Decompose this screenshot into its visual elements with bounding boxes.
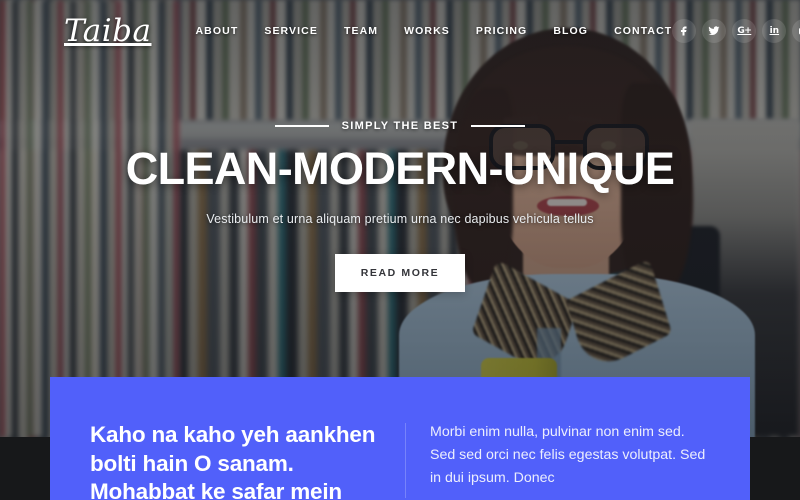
hero-eyebrow-row: SIMPLY THE BEST [0, 120, 800, 132]
eyebrow-rule-left [274, 125, 329, 127]
nav-item-team[interactable]: TEAM [344, 25, 378, 37]
linkedin-icon[interactable]: in [762, 19, 787, 43]
nav-item-contact[interactable]: CONTACT [614, 25, 672, 37]
page-root: Taiba ABOUT SERVICE TEAM WORKS PRICING B… [0, 0, 800, 500]
promo-heading: Kaho na kaho yeh aankhen bolti hain O sa… [90, 422, 376, 500]
twitter-icon[interactable] [702, 19, 727, 43]
hero-title: CLEAN-MODERN-UNIQUE [125, 143, 675, 194]
nav-item-works[interactable]: WORKS [404, 25, 450, 37]
promo-body-text: Morbi enim nulla, pulvinar non enim sed.… [430, 424, 706, 486]
site-logo[interactable]: Taiba [64, 13, 152, 49]
facebook-icon[interactable] [672, 19, 697, 43]
youtube-icon[interactable] [792, 19, 800, 43]
nav-item-about[interactable]: ABOUT [196, 25, 239, 37]
site-header: Taiba ABOUT SERVICE TEAM WORKS PRICING B… [0, 0, 800, 62]
hero-content: SIMPLY THE BEST CLEAN-MODERN-UNIQUE Vest… [0, 120, 800, 293]
promo-right-column: Morbi enim nulla, pulvinar non enim sed.… [406, 421, 710, 500]
social-links: G+ in [672, 19, 800, 43]
nav-item-blog[interactable]: BLOG [553, 25, 588, 37]
promo-panel: Kaho na kaho yeh aankhen bolti hain O sa… [50, 377, 750, 500]
nav-item-service[interactable]: SERVICE [264, 25, 318, 37]
promo-left-column: Kaho na kaho yeh aankhen bolti hain O sa… [90, 421, 405, 500]
google-plus-icon[interactable]: G+ [732, 19, 757, 43]
hero-eyebrow: SIMPLY THE BEST [341, 120, 459, 132]
nav-item-pricing[interactable]: PRICING [476, 25, 527, 37]
read-more-button[interactable]: READ MORE [334, 254, 466, 293]
main-navigation: ABOUT SERVICE TEAM WORKS PRICING BLOG CO… [196, 25, 673, 37]
eyebrow-rule-right [471, 125, 526, 127]
hero-subtitle: Vestibulum et urna aliquam pretium urna … [206, 212, 594, 227]
